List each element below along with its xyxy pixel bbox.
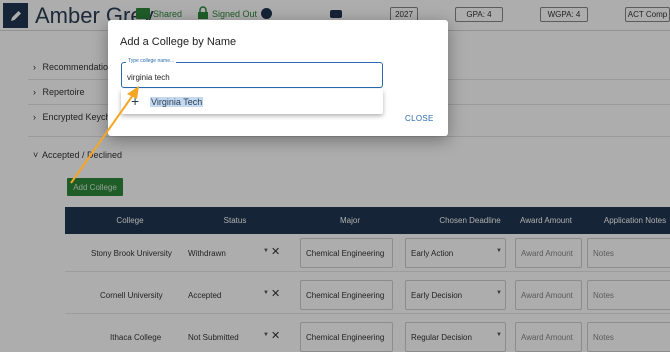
close-button[interactable]: CLOSE <box>405 114 434 123</box>
suggestion-label: Virginia Tech <box>150 97 204 107</box>
plus-icon: + <box>131 93 140 109</box>
dialog-title: Add a College by Name <box>120 36 237 48</box>
college-name-field[interactable]: Type college name... <box>121 58 383 88</box>
input-label: Type college name... <box>126 58 177 64</box>
college-name-input[interactable] <box>127 73 367 82</box>
add-college-dialog: Add a College by Name Type college name.… <box>108 20 448 136</box>
suggestion-item[interactable]: + Virginia Tech <box>121 89 383 114</box>
